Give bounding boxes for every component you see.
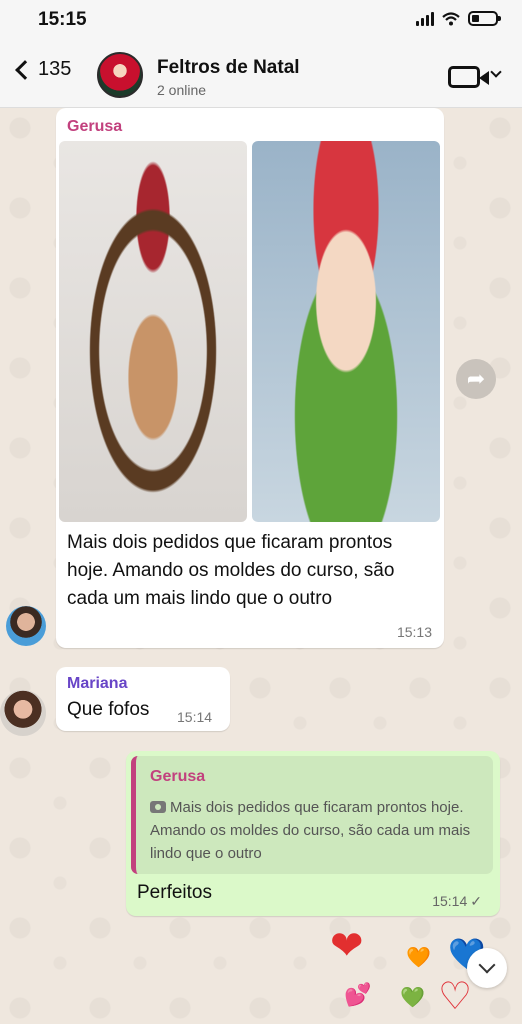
message-time: 15:13 — [396, 624, 432, 640]
message-bubble-outgoing[interactable]: Gerusa Mais dois pedidos que ficaram pro… — [126, 751, 500, 916]
wifi-icon — [442, 11, 460, 25]
battery-icon — [468, 11, 501, 26]
group-online-status: 2 online — [157, 82, 207, 98]
message-time-wrapper: 15:14 ✓ — [432, 893, 482, 910]
chevron-down-icon[interactable] — [490, 66, 502, 78]
message-text: Que fofos — [67, 699, 150, 720]
sender-name[interactable]: Mariana — [67, 675, 127, 693]
scroll-down-button[interactable] — [467, 948, 507, 988]
heart-emoji-red: ❤ — [330, 924, 364, 968]
quoted-sender-name: Gerusa — [150, 768, 206, 785]
status-icons — [416, 11, 501, 26]
message-time: 15:14 — [177, 709, 213, 725]
forward-button[interactable]: ➦ — [456, 359, 496, 399]
message-text: Mais dois pedidos que ficaram prontos ho… — [67, 532, 395, 609]
message-bubble-mariana[interactable]: Mariana Que fofos 15:14 — [56, 667, 230, 731]
status-time: 15:15 — [38, 9, 87, 30]
back-button[interactable]: 135 — [12, 58, 71, 81]
check-icon: ✓ — [470, 893, 482, 909]
signal-icon — [416, 11, 434, 26]
camera-icon — [150, 801, 166, 813]
avatar-gerusa[interactable] — [6, 606, 46, 646]
photo-felt-elf[interactable] — [252, 141, 440, 522]
message-text: Perfeitos — [137, 882, 212, 903]
heart-emoji-green: 💚 — [400, 987, 425, 1009]
video-call-icon[interactable] — [448, 66, 489, 88]
chat-header: 135 Feltros de Natal 2 online — [0, 44, 522, 108]
chevron-left-icon — [15, 59, 35, 80]
status-bar: 15:15 — [0, 0, 522, 44]
heart-emoji-orange: 🧡 — [406, 947, 431, 969]
heart-outline-emoji: ♡ — [438, 976, 473, 1018]
two-hearts-emoji: 💕 — [344, 982, 372, 1007]
photo-reindeer-wreath[interactable] — [59, 141, 247, 522]
group-avatar[interactable] — [97, 52, 143, 98]
forward-icon: ➦ — [466, 366, 486, 391]
quoted-text: Mais dois pedidos que ficaram prontos ho… — [150, 799, 471, 862]
group-name[interactable]: Feltros de Natal — [157, 57, 300, 79]
quoted-message[interactable]: Gerusa Mais dois pedidos que ficaram pro… — [131, 756, 493, 874]
unread-count: 135 — [38, 58, 72, 80]
quoted-text-wrapper: Mais dois pedidos que ficaram prontos ho… — [150, 796, 490, 865]
message-time: 15:14 — [432, 893, 468, 909]
avatar-mariana[interactable] — [0, 690, 46, 736]
message-bubble-gerusa-images[interactable]: Gerusa Mais dois pedidos que ficaram pro… — [56, 108, 444, 648]
sender-name[interactable]: Gerusa — [67, 118, 122, 136]
